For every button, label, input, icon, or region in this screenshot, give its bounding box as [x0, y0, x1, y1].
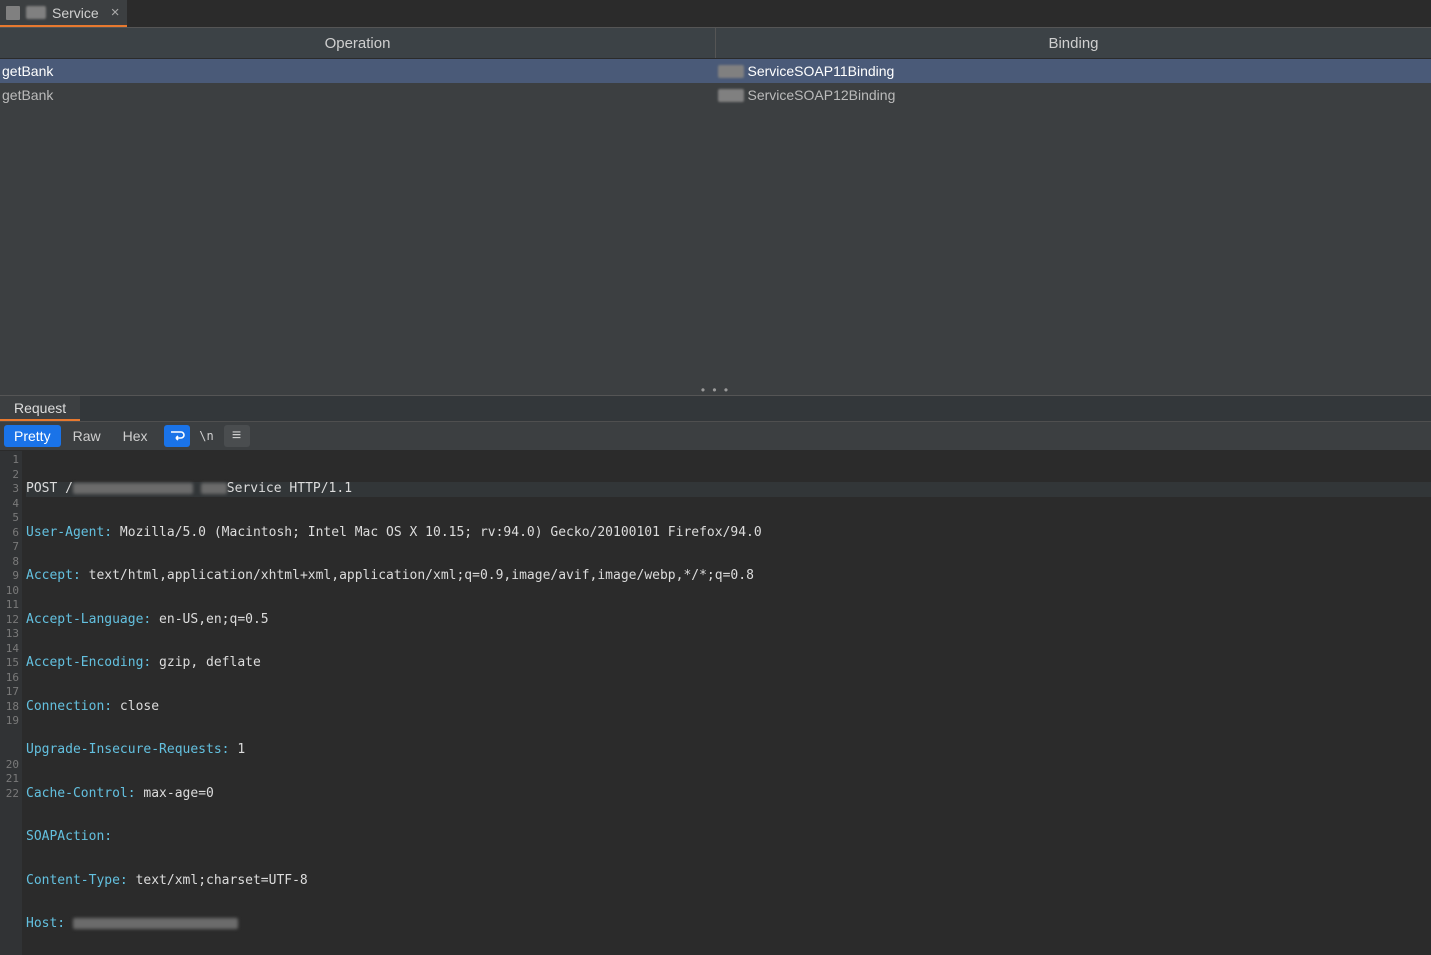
code-area[interactable]: POST / Service HTTP/1.1 User-Agent: Mozi… — [22, 451, 1431, 955]
cell-operation: getBank — [0, 63, 716, 79]
view-pretty-button[interactable]: Pretty — [4, 425, 61, 447]
redacted-prefix — [26, 6, 46, 19]
close-icon[interactable]: × — [111, 4, 120, 21]
cell-operation: getBank — [0, 87, 716, 103]
operations-table-header: Operation Binding — [0, 27, 1431, 59]
operations-table-body: getBank ServiceSOAP11Binding getBank Ser… — [0, 59, 1431, 385]
file-icon — [6, 6, 20, 20]
editor-toolbar: Pretty Raw Hex \n ≡ — [0, 421, 1431, 451]
file-tab-label: Service — [52, 5, 99, 21]
redacted-prefix — [718, 65, 744, 78]
column-header-binding[interactable]: Binding — [716, 28, 1431, 58]
table-row[interactable]: getBank ServiceSOAP12Binding — [0, 83, 1431, 107]
panel-resize-handle[interactable]: • • • — [0, 385, 1431, 395]
file-tab-service[interactable]: Service × — [0, 0, 127, 27]
line-gutter: 12345678910111213141516171819202122 — [0, 451, 22, 955]
table-row[interactable]: getBank ServiceSOAP11Binding — [0, 59, 1431, 83]
dots-icon: • • • — [701, 383, 730, 397]
cell-binding: ServiceSOAP12Binding — [716, 87, 1431, 103]
cell-binding: ServiceSOAP11Binding — [716, 63, 1431, 79]
http-editor[interactable]: 12345678910111213141516171819202122 POST… — [0, 451, 1431, 955]
redacted-prefix — [718, 89, 744, 102]
show-newlines-icon[interactable]: \n — [194, 425, 220, 447]
wrap-icon[interactable] — [164, 425, 190, 447]
view-hex-button[interactable]: Hex — [113, 425, 158, 447]
file-tab-bar: Service × — [0, 0, 1431, 27]
tab-request[interactable]: Request — [0, 396, 80, 421]
column-header-operation[interactable]: Operation — [0, 28, 716, 58]
view-raw-button[interactable]: Raw — [63, 425, 111, 447]
menu-icon[interactable]: ≡ — [224, 425, 250, 447]
message-tab-bar: Request — [0, 395, 1431, 421]
